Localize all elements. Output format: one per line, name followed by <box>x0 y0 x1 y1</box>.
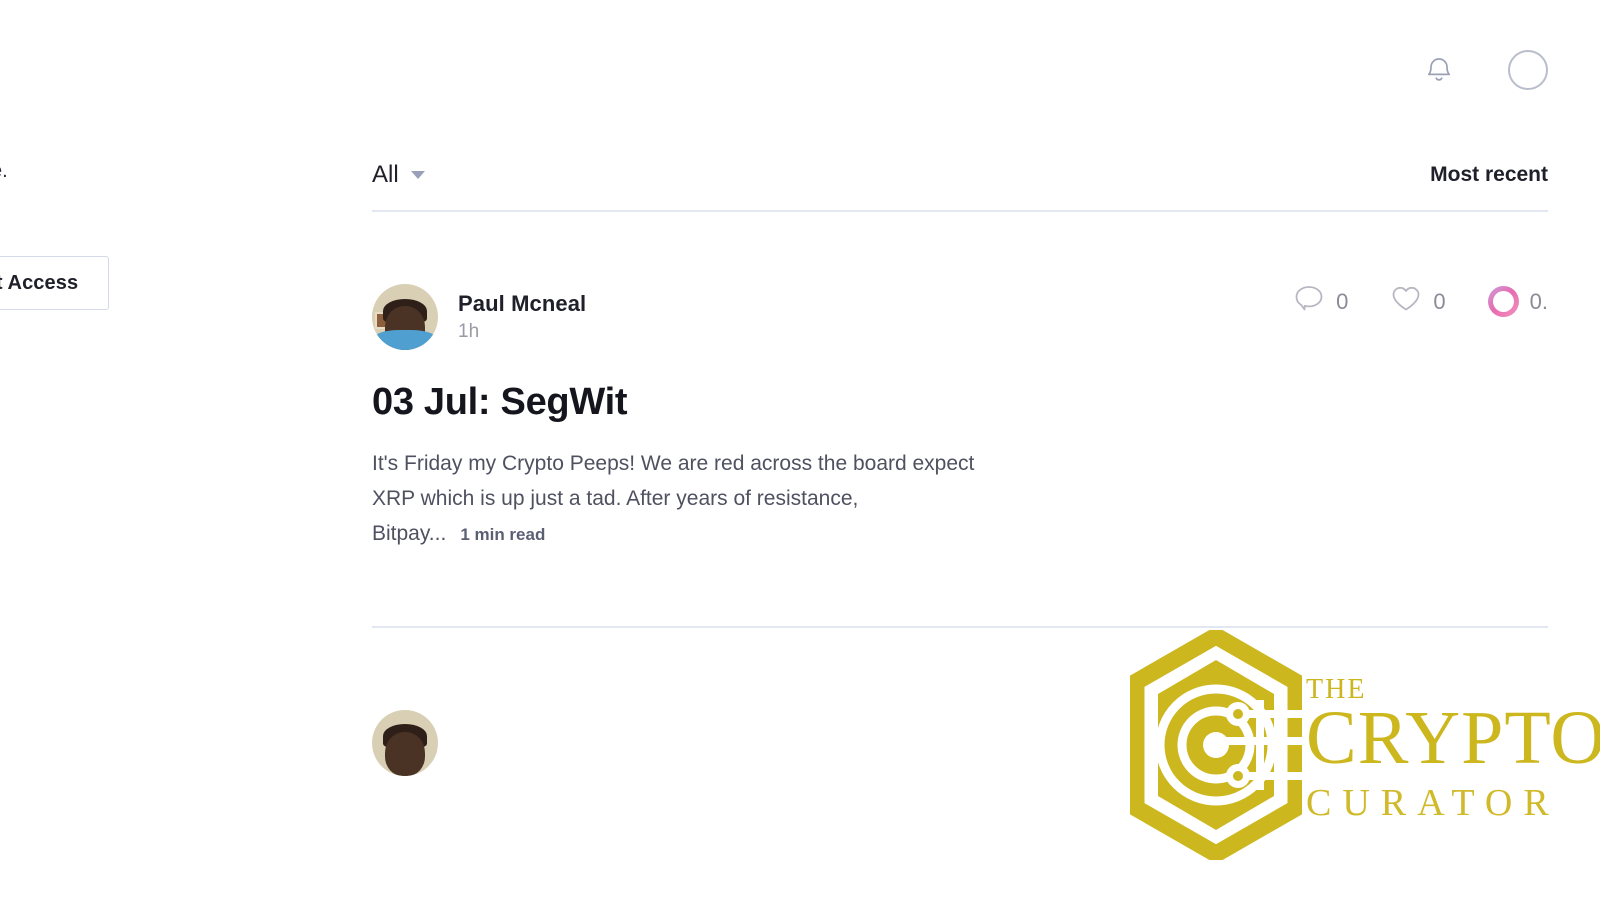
sidebar-nav-primary: d ile e Balance p Center n In <box>0 368 232 587</box>
sidebar-item-community-rules[interactable]: nd Rules <box>0 703 232 724</box>
sidebar-tagline-line-2: started. <box>0 189 232 224</box>
sidebar-item-privacy-notice[interactable]: cy Notice <box>0 660 232 681</box>
post-header-next <box>372 709 1548 776</box>
feed-post-next[interactable] <box>372 628 1548 776</box>
sidebar-item-profile[interactable]: ile <box>0 417 232 440</box>
feed-filter-label: All <box>372 161 399 188</box>
sidebar-item-feed[interactable]: d <box>0 368 232 391</box>
feed-post[interactable]: Paul Mcneal 1h 03 Jul: SegWit It's Frida… <box>372 212 1600 864</box>
comment-icon <box>1293 284 1325 319</box>
voice-logo[interactable]: ice . <box>0 48 232 92</box>
post-read-time: 1 min read <box>460 524 546 544</box>
top-header <box>232 0 1600 140</box>
avatar-photo-shirt <box>374 330 436 350</box>
avatar[interactable] <box>372 284 438 350</box>
page-root: ice . n your Voice. started. Request Acc… <box>0 0 1600 900</box>
post-comment-stat[interactable]: 0 <box>1293 284 1348 319</box>
feed-column: All Most recent Paul Mcneal 1h 03 Jul: S… <box>232 140 1600 864</box>
post-comment-count: 0 <box>1336 288 1349 314</box>
post-like-count: 0 <box>1433 288 1446 314</box>
feed-sort-button[interactable]: Most recent <box>1430 163 1548 187</box>
post-token-stat[interactable]: 0. <box>1487 286 1548 317</box>
feed-toolbar: All Most recent <box>372 140 1548 210</box>
post-timestamp: 1h <box>458 321 480 342</box>
post-author-name[interactable]: Paul Mcneal <box>458 291 586 317</box>
post-author-block: Paul Mcneal 1h <box>458 291 586 343</box>
voice-token-icon <box>1487 286 1519 317</box>
sidebar-item-help-center[interactable]: p Center <box>0 515 232 538</box>
account-avatar-icon[interactable] <box>1508 50 1548 90</box>
heart-icon <box>1390 284 1422 319</box>
sidebar-nav-secondary: s of Use cy Notice nd Rules ie Notice <box>0 617 232 767</box>
feed-filter-dropdown[interactable]: All <box>372 161 425 189</box>
avatar-photo-face-next <box>385 732 425 776</box>
post-token-count: 0. <box>1529 288 1548 314</box>
avatar-next[interactable] <box>372 709 438 776</box>
sidebar-tagline: n your Voice. started. <box>0 154 232 224</box>
sidebar-item-cookie-notice[interactable]: ie Notice <box>0 746 232 767</box>
request-access-button[interactable]: Request Access <box>0 256 110 310</box>
sidebar: ice . n your Voice. started. Request Acc… <box>0 0 232 900</box>
chevron-down-icon <box>410 171 425 179</box>
sidebar-item-sign-in[interactable]: n In <box>0 564 232 587</box>
post-engagement-stats: 0 0 0. <box>1293 284 1548 319</box>
sidebar-tagline-line-1: n your Voice. <box>0 160 8 182</box>
crypto-curator-sub: CURATOR <box>1306 782 1560 824</box>
post-title[interactable]: 03 Jul: SegWit <box>372 380 1548 426</box>
sidebar-item-terms-of-use[interactable]: s of Use <box>0 617 232 638</box>
post-excerpt: It's Friday my Crypto Peeps! We are red … <box>372 446 1012 552</box>
post-like-stat[interactable]: 0 <box>1390 284 1446 319</box>
bell-icon[interactable] <box>1422 53 1456 87</box>
sidebar-item-voice-balance[interactable]: e Balance <box>0 466 232 489</box>
